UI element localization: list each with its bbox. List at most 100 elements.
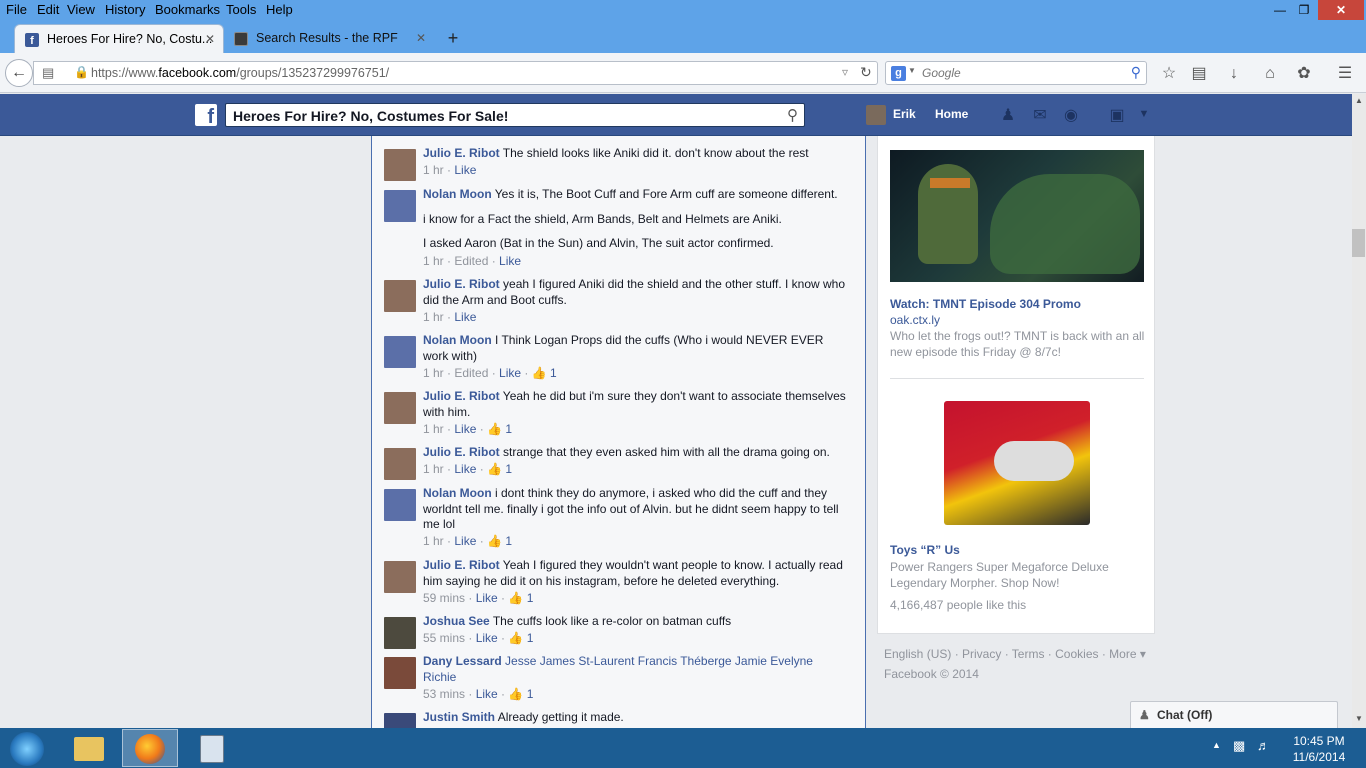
facebook-logo-icon[interactable]: f (195, 104, 217, 128)
avatar[interactable] (384, 713, 416, 728)
commenter-name[interactable]: Nolan Moon (423, 187, 492, 201)
addon-icon[interactable]: ✿ (1293, 63, 1315, 85)
like-count[interactable]: 1 (550, 366, 557, 380)
download-icon[interactable]: ↓ (1223, 63, 1245, 85)
taskbar-explorer[interactable] (60, 729, 116, 767)
network-icon[interactable]: ▩ (1233, 738, 1245, 754)
close-tab-icon[interactable]: ✕ (416, 24, 426, 53)
new-tab-icon[interactable]: + (444, 28, 462, 48)
tab-rpf[interactable]: Search Results - the RPF ✕ (224, 24, 434, 53)
commenter-name[interactable]: Julio E. Ribot (423, 389, 500, 403)
privacy-lock-icon[interactable]: ▣ (1106, 105, 1128, 125)
like-link[interactable]: Like (499, 366, 521, 380)
back-button[interactable]: ← (5, 59, 33, 87)
start-button[interactable] (2, 729, 52, 767)
dropdown-icon[interactable]: ▿ (842, 65, 848, 79)
like-link[interactable]: Like (454, 462, 476, 476)
scroll-thumb[interactable] (1352, 229, 1365, 257)
like-link[interactable]: Like (454, 422, 476, 436)
tmnt-ad-image[interactable] (890, 150, 1144, 282)
power-rangers-ad-image[interactable] (944, 401, 1090, 525)
like-link[interactable]: Like (476, 631, 498, 645)
reload-icon[interactable]: ↻ (860, 64, 872, 81)
url-bar[interactable]: ▤ 🔒 https://www.facebook.com/groups/1352… (33, 61, 878, 85)
taskbar-calculator[interactable] (184, 729, 240, 767)
facebook-search-input[interactable]: Heroes For Hire? No, Costumes For Sale! … (225, 103, 805, 127)
like-count[interactable]: 1 (505, 534, 512, 548)
like-link[interactable]: Like (476, 687, 498, 701)
like-link[interactable]: Like (476, 591, 498, 605)
like-link[interactable]: Like (454, 534, 476, 548)
avatar[interactable] (384, 448, 416, 480)
search-bar[interactable]: g ▼ Google ⚲ (885, 61, 1147, 85)
notifications-globe-icon[interactable]: ◉ (1060, 105, 1082, 125)
ad-title[interactable]: Toys “R” Us (890, 543, 960, 557)
like-count[interactable]: 1 (527, 687, 534, 701)
avatar[interactable] (384, 617, 416, 649)
thumbs-up-icon: 👍 (508, 591, 524, 605)
chat-sidebar-toggle[interactable]: ♟ Chat (Off) (1130, 701, 1338, 728)
scroll-up-icon[interactable]: ▲ (1355, 96, 1363, 105)
commenter-name[interactable]: Joshua See (423, 614, 490, 628)
commenter-name[interactable]: Julio E. Ribot (423, 445, 500, 459)
commenter-name[interactable]: Nolan Moon (423, 486, 492, 500)
search-placeholder: Google (922, 66, 961, 80)
search-icon[interactable]: ⚲ (787, 106, 798, 124)
commenter-name[interactable]: Julio E. Ribot (423, 277, 500, 291)
menu-tools[interactable]: Tools (226, 2, 256, 17)
like-count[interactable]: 1 (527, 631, 534, 645)
close-tab-icon[interactable]: ✕ (205, 25, 215, 53)
menu-history[interactable]: History (105, 2, 145, 17)
menu-bookmarks[interactable]: Bookmarks (155, 2, 220, 17)
ad-link[interactable]: oak.ctx.ly (890, 313, 940, 327)
avatar[interactable] (384, 149, 416, 181)
vertical-scrollbar[interactable]: ▲ ▼ (1352, 94, 1366, 728)
home-link[interactable]: Home (935, 107, 968, 121)
comment-text: Yes it is, The Boot Cuff and Fore Arm cu… (494, 187, 838, 201)
like-count[interactable]: 1 (505, 422, 512, 436)
scroll-down-icon[interactable]: ▼ (1355, 714, 1363, 723)
avatar[interactable] (384, 336, 416, 368)
ad-title[interactable]: Watch: TMNT Episode 304 Promo (890, 297, 1081, 311)
menu-edit[interactable]: Edit (37, 2, 59, 17)
show-hidden-icons[interactable]: ▲ (1212, 740, 1221, 750)
commenter-name[interactable]: Julio E. Ribot (423, 558, 500, 572)
bookmarks-list-icon[interactable]: ▤ (1188, 63, 1210, 85)
bookmark-star-icon[interactable]: ☆ (1158, 63, 1180, 85)
menu-view[interactable]: View (67, 2, 95, 17)
menu-hamburger-icon[interactable]: ☰ (1334, 63, 1356, 85)
like-link[interactable]: Like (454, 163, 476, 177)
commenter-name[interactable]: Julio E. Ribot (423, 146, 500, 160)
like-link[interactable]: Like (454, 310, 476, 324)
commenter-name[interactable]: Nolan Moon (423, 333, 492, 347)
maximize-icon[interactable]: ❐ (1287, 0, 1321, 20)
chevron-down-icon[interactable]: ▼ (1133, 108, 1155, 128)
profile-link[interactable]: Erik (893, 107, 916, 121)
like-count[interactable]: 1 (505, 462, 512, 476)
sponsored-column: Watch: TMNT Episode 304 Promo oak.ctx.ly… (877, 136, 1155, 634)
comment-body: Julio E. Ribot strange that they even as… (423, 445, 848, 461)
footer-nav[interactable]: English (US) · Privacy · Terms · Cookies… (884, 644, 1146, 664)
avatar[interactable] (384, 561, 416, 593)
friend-requests-icon[interactable]: ♟ (997, 105, 1019, 125)
avatar[interactable] (384, 280, 416, 312)
avatar[interactable] (384, 392, 416, 424)
taskbar-firefox[interactable] (122, 729, 178, 767)
commenter-name[interactable]: Dany Lessard (423, 654, 502, 668)
menu-file[interactable]: File (6, 2, 27, 17)
like-link[interactable]: Like (499, 254, 521, 268)
search-icon[interactable]: ⚲ (1131, 64, 1141, 81)
volume-icon[interactable]: ♬ (1257, 738, 1270, 753)
menu-help[interactable]: Help (266, 2, 293, 17)
system-clock[interactable]: 10:45 PM 11/6/2014 (1280, 733, 1358, 765)
commenter-name[interactable]: Justin Smith (423, 710, 495, 724)
close-window-icon[interactable]: ✕ (1318, 0, 1364, 20)
user-avatar[interactable] (866, 105, 886, 125)
avatar[interactable] (384, 657, 416, 689)
messages-icon[interactable]: ✉ (1029, 105, 1051, 125)
home-icon[interactable]: ⌂ (1259, 63, 1281, 85)
avatar[interactable] (384, 190, 416, 222)
tab-facebook[interactable]: f Heroes For Hire? No, Costu... ✕ (14, 24, 224, 53)
like-count[interactable]: 1 (527, 591, 534, 605)
avatar[interactable] (384, 489, 416, 521)
